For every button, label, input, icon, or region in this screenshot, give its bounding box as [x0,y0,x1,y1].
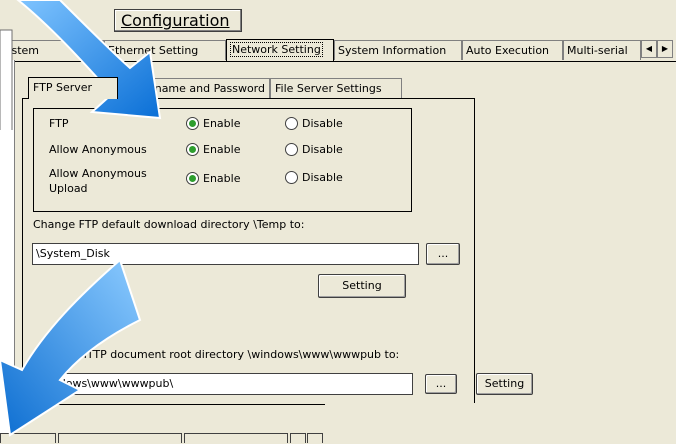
ftp-browse-button[interactable]: ... [426,243,460,265]
allow-anonymous-disable-label[interactable]: Disable [302,143,343,156]
ftp-disable-radio[interactable] [285,117,298,130]
ftp-label: FTP [49,117,69,130]
tab-ethernet-setting[interactable]: Ethernet Setting [104,40,226,60]
bottom-tab-scroll-right[interactable] [307,433,323,443]
bottom-tab-2[interactable] [58,433,182,443]
subtab-file-server-settings[interactable]: File Server Settings [270,78,402,98]
configuration-window: Configuration System Ethernet Setting Ne… [0,0,676,444]
tab-multi-serial[interactable]: Multi-serial [563,40,641,60]
side-panel [0,60,15,443]
bottom-tab-scroll-left[interactable] [290,433,306,443]
bottom-tab-3[interactable] [184,433,288,443]
bottom-tab-1[interactable] [0,433,56,443]
http-directory-label: Change HTTP document root directory \win… [33,348,400,361]
http-browse-button[interactable]: ... [425,374,457,394]
allow-anonymous-label: Allow Anonymous [49,143,147,156]
subtab-ftp-server[interactable]: FTP Server [28,77,118,99]
tab-system-information[interactable]: System Information [334,40,462,60]
allow-anonymous-upload-label: Allow Anonymous Upload [49,167,147,195]
tab-scroll-left-button[interactable]: ◀ [641,40,657,58]
subtab-username-password[interactable]: Username and Password [118,78,270,98]
main-tab-strip: System Ethernet Setting Network Setting … [0,39,676,62]
ftp-directory-label: Change FTP default download directory \T… [33,218,305,231]
chevron-left-icon: ◀ [645,44,653,53]
window-title: Configuration [121,11,230,30]
window-title-box: Configuration [114,9,242,32]
tab-scroll-right-button[interactable]: ▶ [657,40,673,58]
http-directory-input[interactable]: \windows\www\wwwpub\ [32,373,413,395]
allow-anonymous-upload-disable-radio[interactable] [285,171,298,184]
tab-network-setting[interactable]: Network Setting [226,39,334,61]
allow-anonymous-disable-radio[interactable] [285,143,298,156]
ftp-setting-button[interactable]: Setting [318,274,406,298]
bottom-tab-strip [0,433,330,443]
http-setting-button[interactable]: Setting [476,373,533,395]
ftp-directory-input[interactable]: \System_Disk [32,243,419,265]
ftp-disable-label[interactable]: Disable [302,117,343,130]
allow-anonymous-enable-label[interactable]: Enable [203,143,240,156]
tab-system[interactable]: System [0,40,104,60]
ftp-enable-radio[interactable] [186,117,199,130]
chevron-right-icon: ▶ [661,44,669,53]
tab-auto-execution[interactable]: Auto Execution [462,40,563,60]
allow-anonymous-enable-radio[interactable] [186,143,199,156]
allow-anonymous-upload-disable-label[interactable]: Disable [302,171,343,184]
allow-anonymous-upload-enable-radio[interactable] [186,172,199,185]
allow-anonymous-upload-enable-label[interactable]: Enable [203,172,240,185]
lower-area [325,403,676,443]
ftp-enable-label[interactable]: Enable [203,117,240,130]
